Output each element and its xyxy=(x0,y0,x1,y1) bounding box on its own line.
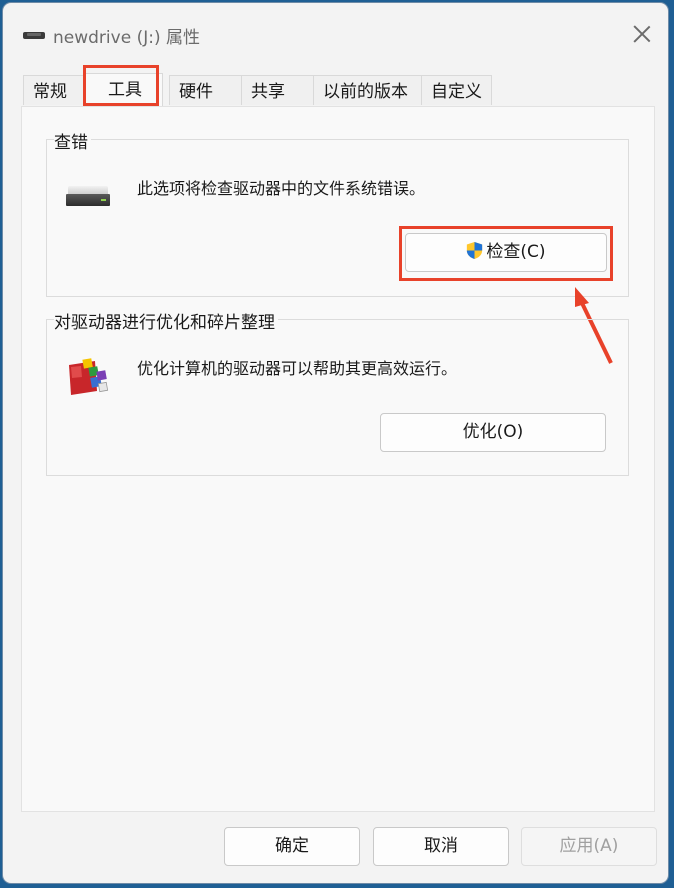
tab-tools[interactable]: 工具 xyxy=(84,73,163,106)
apply-button[interactable]: 应用(A) xyxy=(521,827,657,866)
tab-hardware[interactable]: 硬件 xyxy=(169,75,243,105)
close-button[interactable] xyxy=(625,17,659,51)
optimize-button[interactable]: 优化(O) xyxy=(380,413,606,452)
window-title: newdrive (J:) 属性 xyxy=(53,28,200,48)
optimize-title: 对驱动器进行优化和碎片整理 xyxy=(54,308,278,333)
check-button[interactable]: 检查(C) xyxy=(405,233,607,272)
optimize-description: 优化计算机的驱动器可以帮助其更高效运行。 xyxy=(137,359,458,378)
ok-button[interactable]: 确定 xyxy=(224,827,360,866)
tab-sharing[interactable]: 共享 xyxy=(241,75,315,105)
properties-dialog: newdrive (J:) 属性 常规 工具 硬件 共享 以前的版本 自定义 查… xyxy=(3,3,668,883)
tab-previous-versions[interactable]: 以前的版本 xyxy=(313,75,423,105)
tab-strip: 常规 工具 硬件 共享 以前的版本 自定义 xyxy=(23,73,663,107)
error-check-group xyxy=(46,139,629,297)
defrag-icon xyxy=(69,358,109,395)
title-bar: newdrive (J:) 属性 xyxy=(3,3,668,61)
tab-customize[interactable]: 自定义 xyxy=(421,75,492,105)
tab-general[interactable]: 常规 xyxy=(23,75,84,105)
error-check-description: 此选项将检查驱动器中的文件系统错误。 xyxy=(137,179,426,198)
check-button-label: 检查(C) xyxy=(486,242,546,262)
optimize-group xyxy=(46,319,629,476)
error-check-title: 查错 xyxy=(54,128,91,153)
hard-drive-icon xyxy=(66,186,110,208)
drive-icon xyxy=(23,32,45,39)
uac-shield-icon xyxy=(467,242,483,259)
cancel-button[interactable]: 取消 xyxy=(373,827,509,866)
